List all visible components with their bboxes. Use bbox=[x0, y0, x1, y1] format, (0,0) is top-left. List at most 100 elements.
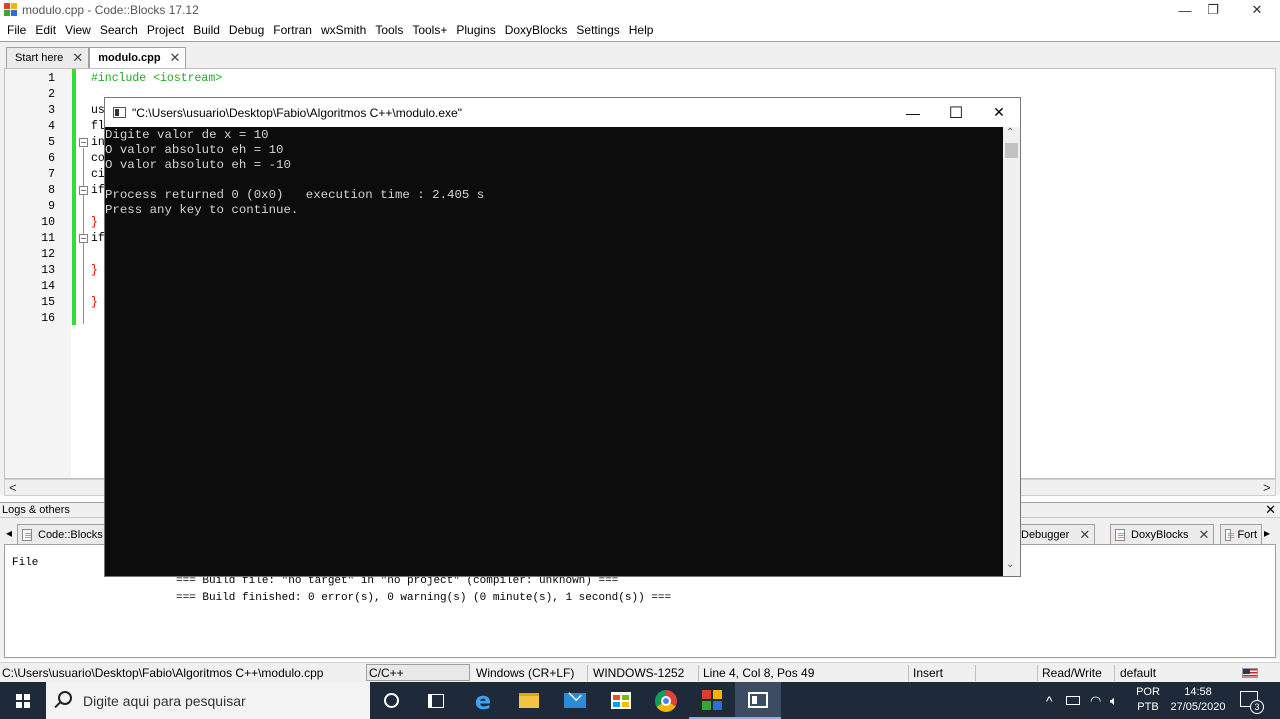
status-profile: default bbox=[1120, 666, 1157, 680]
taskbar-search[interactable]: Digite aqui para pesquisar bbox=[46, 682, 370, 719]
menu-search[interactable]: Search bbox=[95, 23, 142, 37]
console-vertical-scrollbar[interactable]: ⌃ ⌄ bbox=[1003, 127, 1020, 576]
status-separator bbox=[1114, 665, 1115, 681]
codeblocks-taskbar-icon[interactable] bbox=[689, 682, 735, 719]
console-app-icon bbox=[113, 107, 126, 118]
line-number: 16 bbox=[41, 312, 55, 325]
scroll-down-icon[interactable]: ⌄ bbox=[1006, 559, 1014, 570]
tray-overflow-icon[interactable]: ^ bbox=[1046, 682, 1053, 719]
chrome-icon[interactable] bbox=[643, 682, 689, 719]
menu-plugins[interactable]: Plugins bbox=[451, 23, 499, 37]
close-icon[interactable]: ✕ bbox=[1265, 502, 1276, 518]
tab-modulo-cpp[interactable]: modulo.cpp ✕ bbox=[89, 47, 187, 68]
close-button[interactable]: ✕ bbox=[1236, 0, 1278, 20]
task-view-icon[interactable] bbox=[413, 682, 459, 719]
volume-icon[interactable]: 🔈︎ bbox=[1110, 682, 1118, 719]
status-separator bbox=[587, 665, 588, 681]
clock-date: 27/05/2020 bbox=[1170, 701, 1226, 713]
log-document-icon bbox=[1225, 528, 1235, 541]
menu-tools-plus[interactable]: Tools+ bbox=[407, 23, 451, 37]
menu-debug[interactable]: Debug bbox=[224, 23, 268, 37]
menu-settings[interactable]: Settings bbox=[571, 23, 623, 37]
code-line: if bbox=[91, 184, 105, 197]
line-number: 15 bbox=[41, 296, 55, 309]
tab-debugger[interactable]: Debugger ✕ bbox=[1016, 524, 1096, 544]
line-number: 6 bbox=[48, 152, 55, 165]
tab-label: DoxyBlocks bbox=[1131, 528, 1189, 541]
tab-fortran[interactable]: Fort bbox=[1220, 524, 1262, 544]
clock-time: 14:58 bbox=[1184, 686, 1212, 698]
code-line: in bbox=[91, 136, 105, 149]
code-line: #include <iostream> bbox=[91, 72, 223, 85]
tab-codeblocks-log[interactable]: Code::Blocks bbox=[17, 524, 108, 544]
console-maximize-button[interactable]: ☐ bbox=[935, 98, 977, 127]
console-minimize-button[interactable]: — bbox=[892, 98, 934, 127]
close-icon[interactable]: ✕ bbox=[170, 50, 181, 66]
code-line: if bbox=[91, 232, 105, 245]
language-code: POR bbox=[1136, 686, 1160, 698]
edge-browser-icon[interactable]: e bbox=[460, 682, 506, 719]
line-number: 1 bbox=[48, 72, 55, 85]
console-output: Digite valor de x = 10 O valor absoluto … bbox=[105, 127, 1003, 576]
taskbar-clock[interactable]: 14:58 27/05/2020 bbox=[1166, 685, 1230, 715]
wifi-icon[interactable]: ◠ bbox=[1090, 682, 1101, 719]
console-line: Process returned 0 (0x0) execution time … bbox=[105, 188, 485, 202]
taskbar: Digite aqui para pesquisar e ^ ◠ 🔈︎ POR … bbox=[0, 682, 1280, 719]
menu-bar: File Edit View Search Project Build Debu… bbox=[0, 20, 1280, 40]
file-explorer-icon[interactable] bbox=[506, 682, 552, 719]
menu-file[interactable]: File bbox=[2, 23, 30, 37]
line-number: 8 bbox=[48, 184, 55, 197]
scroll-right-icon[interactable]: > bbox=[1263, 480, 1271, 495]
menu-build[interactable]: Build bbox=[188, 23, 224, 37]
tabs-scroll-right-icon[interactable]: ▸ bbox=[1264, 526, 1270, 540]
line-number: 14 bbox=[41, 280, 55, 293]
tab-label: Code::Blocks bbox=[38, 528, 103, 541]
mail-icon[interactable] bbox=[552, 682, 598, 719]
line-number: 7 bbox=[48, 168, 55, 181]
cortana-icon[interactable] bbox=[368, 682, 414, 719]
menu-project[interactable]: Project bbox=[142, 23, 188, 37]
scroll-up-icon[interactable]: ⌃ bbox=[1006, 127, 1014, 138]
window-title: modulo.cpp - Code::Blocks 17.12 bbox=[22, 3, 199, 17]
fold-toggle-icon[interactable]: − bbox=[79, 234, 88, 243]
menu-wxsmith[interactable]: wxSmith bbox=[316, 23, 370, 37]
tab-doxyblocks[interactable]: DoxyBlocks ✕ bbox=[1110, 524, 1215, 544]
fold-toggle-icon[interactable]: − bbox=[79, 186, 88, 195]
logs-panel-title: Logs & others bbox=[2, 504, 70, 516]
close-icon[interactable]: ✕ bbox=[1079, 527, 1090, 543]
store-icon[interactable] bbox=[598, 682, 644, 719]
tab-label: Debugger bbox=[1021, 528, 1070, 541]
status-line-endings: Windows (CR+LF) bbox=[476, 666, 575, 680]
status-language: C/C++ bbox=[369, 666, 404, 680]
start-button[interactable] bbox=[0, 682, 46, 719]
console-window[interactable]: "C:\Users\usuario\Desktop\Fabio\Algoritm… bbox=[104, 97, 1021, 577]
scrollbar-thumb[interactable] bbox=[1005, 143, 1018, 158]
console-taskbar-icon[interactable] bbox=[735, 682, 781, 719]
fold-toggle-icon[interactable]: − bbox=[79, 138, 88, 147]
menu-doxyblocks[interactable]: DoxyBlocks bbox=[500, 23, 572, 37]
console-title: "C:\Users\usuario\Desktop\Fabio\Algoritm… bbox=[132, 106, 462, 120]
notification-count-badge: 3 bbox=[1250, 700, 1264, 714]
console-close-button[interactable]: ✕ bbox=[978, 98, 1020, 127]
search-icon bbox=[58, 691, 72, 705]
close-icon[interactable]: ✕ bbox=[72, 50, 83, 66]
title-bar: modulo.cpp - Code::Blocks 17.12 — ❐ ✕ bbox=[0, 0, 1280, 20]
keyboard-layout: PTB bbox=[1137, 701, 1159, 713]
battery-icon[interactable] bbox=[1066, 682, 1080, 719]
status-separator bbox=[908, 665, 909, 681]
menu-tools[interactable]: Tools bbox=[370, 23, 407, 37]
menu-edit[interactable]: Edit bbox=[30, 23, 60, 37]
restore-button[interactable]: ❐ bbox=[1192, 0, 1234, 20]
menu-view[interactable]: View bbox=[60, 23, 95, 37]
close-icon[interactable]: ✕ bbox=[1198, 527, 1209, 543]
language-indicator[interactable]: POR PTB bbox=[1134, 685, 1162, 715]
tab-start-here[interactable]: Start here ✕ bbox=[6, 47, 90, 68]
status-access: Read/Write bbox=[1042, 666, 1102, 680]
console-line: O valor absoluto eh = 10 bbox=[105, 143, 284, 157]
menu-help[interactable]: Help bbox=[624, 23, 658, 37]
tabs-scroll-left-icon[interactable]: ◂ bbox=[6, 526, 12, 540]
menu-fortran[interactable]: Fortran bbox=[268, 23, 316, 37]
scroll-left-icon[interactable]: < bbox=[9, 480, 17, 495]
line-number: 4 bbox=[48, 120, 55, 133]
codeblocks-icon bbox=[4, 3, 17, 16]
